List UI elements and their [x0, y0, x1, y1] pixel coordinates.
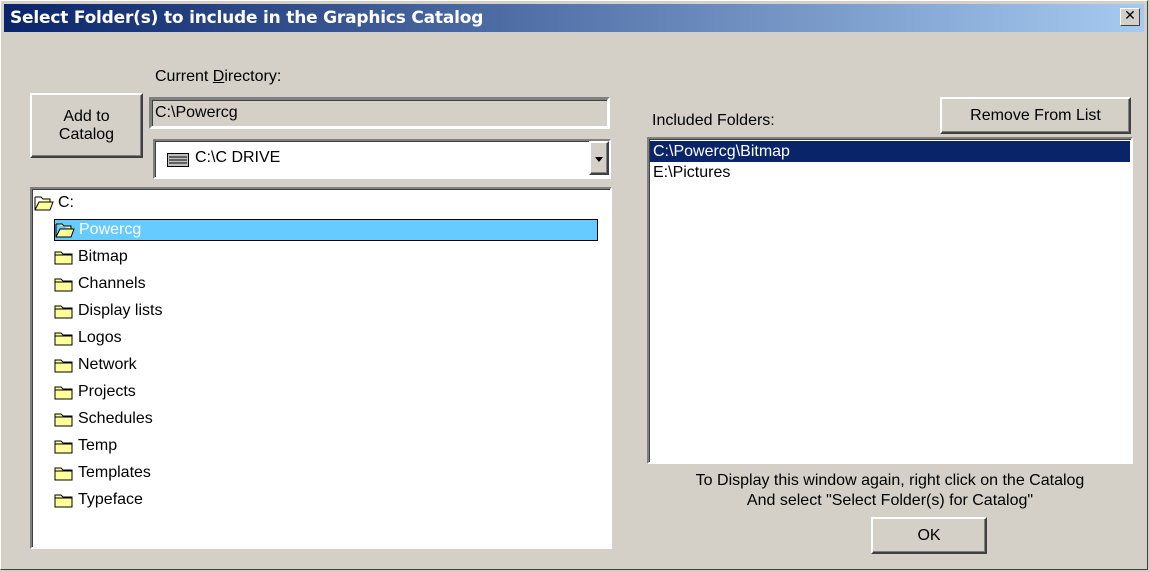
drive-dropdown-button[interactable] [589, 141, 609, 175]
folder-tree-item[interactable]: C: [34, 192, 76, 214]
folder-icon [54, 465, 74, 481]
folder-tree-item-label: Typeface [78, 491, 143, 508]
folder-tree-item-label: Logos [78, 329, 122, 346]
current-directory-field: C:\Powercg [149, 97, 610, 129]
remove-from-list-button[interactable]: Remove From List [940, 97, 1131, 134]
folder-icon [54, 249, 74, 265]
included-folder-item[interactable]: C:\Powercg\Bitmap [650, 141, 1130, 162]
drive-select-value: C:\C DRIVE [195, 149, 281, 166]
open-folder-icon [34, 195, 54, 211]
drive-icon [167, 153, 189, 172]
included-folders-label: Included Folders: [652, 112, 775, 129]
folder-tree-item-label: Channels [78, 275, 146, 292]
close-button[interactable]: ✕ [1120, 8, 1140, 26]
add-to-catalog-button[interactable]: Add to Catalog [30, 93, 143, 158]
folder-tree-body: C: Powercg Bitmap Channels Display lists Logo… [32, 189, 610, 547]
ok-button-label: OK [917, 526, 941, 544]
folder-icon [54, 384, 74, 400]
close-icon: ✕ [1124, 8, 1136, 24]
folder-tree-item-label: Templates [78, 464, 151, 481]
current-directory-label-accel: D [212, 68, 225, 85]
folder-tree-item-label: Powercg [79, 221, 142, 238]
folder-icon [54, 330, 74, 346]
hint-text: To Display this window again, right clic… [647, 471, 1133, 511]
folder-tree-item-label: Temp [78, 437, 118, 454]
included-folders-body: C:\Powercg\Bitmap E:\Pictures [650, 141, 1130, 183]
dialog-window: Select Folder(s) to include in the Graph… [0, 0, 1148, 570]
included-folder-item[interactable]: E:\Pictures [650, 162, 1130, 183]
folder-tree-item[interactable]: Network [54, 354, 139, 376]
folder-tree-item[interactable]: Channels [54, 273, 148, 295]
ok-button[interactable]: OK [871, 517, 987, 554]
current-directory-value: C:\Powercg [155, 104, 238, 121]
folder-tree-item-label: Projects [78, 383, 136, 400]
folder-tree-item[interactable]: Temp [54, 435, 119, 457]
folder-tree-item-label: Network [78, 356, 137, 373]
chevron-down-icon [595, 157, 603, 162]
add-button-line2: Catalog [58, 125, 115, 143]
folder-tree-item-label: C: [58, 194, 74, 211]
folder-icon [54, 303, 74, 319]
window-title: Select Folder(s) to include in the Graph… [10, 8, 484, 28]
remove-button-label: Remove From List [970, 106, 1101, 124]
folder-tree[interactable]: C: Powercg Bitmap Channels Display lists Logo… [30, 187, 612, 549]
drive-select[interactable]: C:\C DRIVE [153, 139, 611, 179]
folder-tree-item-label: Display lists [78, 302, 163, 319]
hint-line-2: And select "Select Folder(s) for Catalog… [746, 492, 1034, 509]
folder-icon [54, 411, 74, 427]
current-directory-label-post: irectory: [224, 68, 282, 85]
current-directory-label-pre: Current [155, 68, 213, 85]
folder-icon [54, 438, 74, 454]
open-folder-icon [55, 222, 75, 238]
folder-tree-item-label: Schedules [78, 410, 153, 427]
folder-tree-item[interactable]: Projects [54, 381, 138, 403]
folder-tree-item[interactable]: Bitmap [54, 246, 130, 268]
folder-tree-item[interactable]: Logos [54, 327, 124, 349]
included-folders-list[interactable]: C:\Powercg\Bitmap E:\Pictures [647, 137, 1133, 464]
folder-icon [54, 357, 74, 373]
current-directory-label: Current Directory: [155, 68, 281, 86]
folder-icon [54, 276, 74, 292]
folder-tree-item[interactable]: Schedules [54, 408, 155, 430]
hint-line-1: To Display this window again, right clic… [695, 472, 1085, 489]
folder-icon [54, 492, 74, 508]
title-bar[interactable]: Select Folder(s) to include in the Graph… [4, 4, 1144, 32]
add-button-line1: Add to [63, 107, 110, 125]
folder-tree-item[interactable]: Templates [54, 462, 153, 484]
folder-tree-item[interactable]: Display lists [54, 300, 164, 322]
folder-tree-item[interactable]: Typeface [54, 489, 145, 511]
folder-tree-item[interactable]: Powercg [54, 219, 598, 241]
folder-tree-item-label: Bitmap [78, 248, 128, 265]
